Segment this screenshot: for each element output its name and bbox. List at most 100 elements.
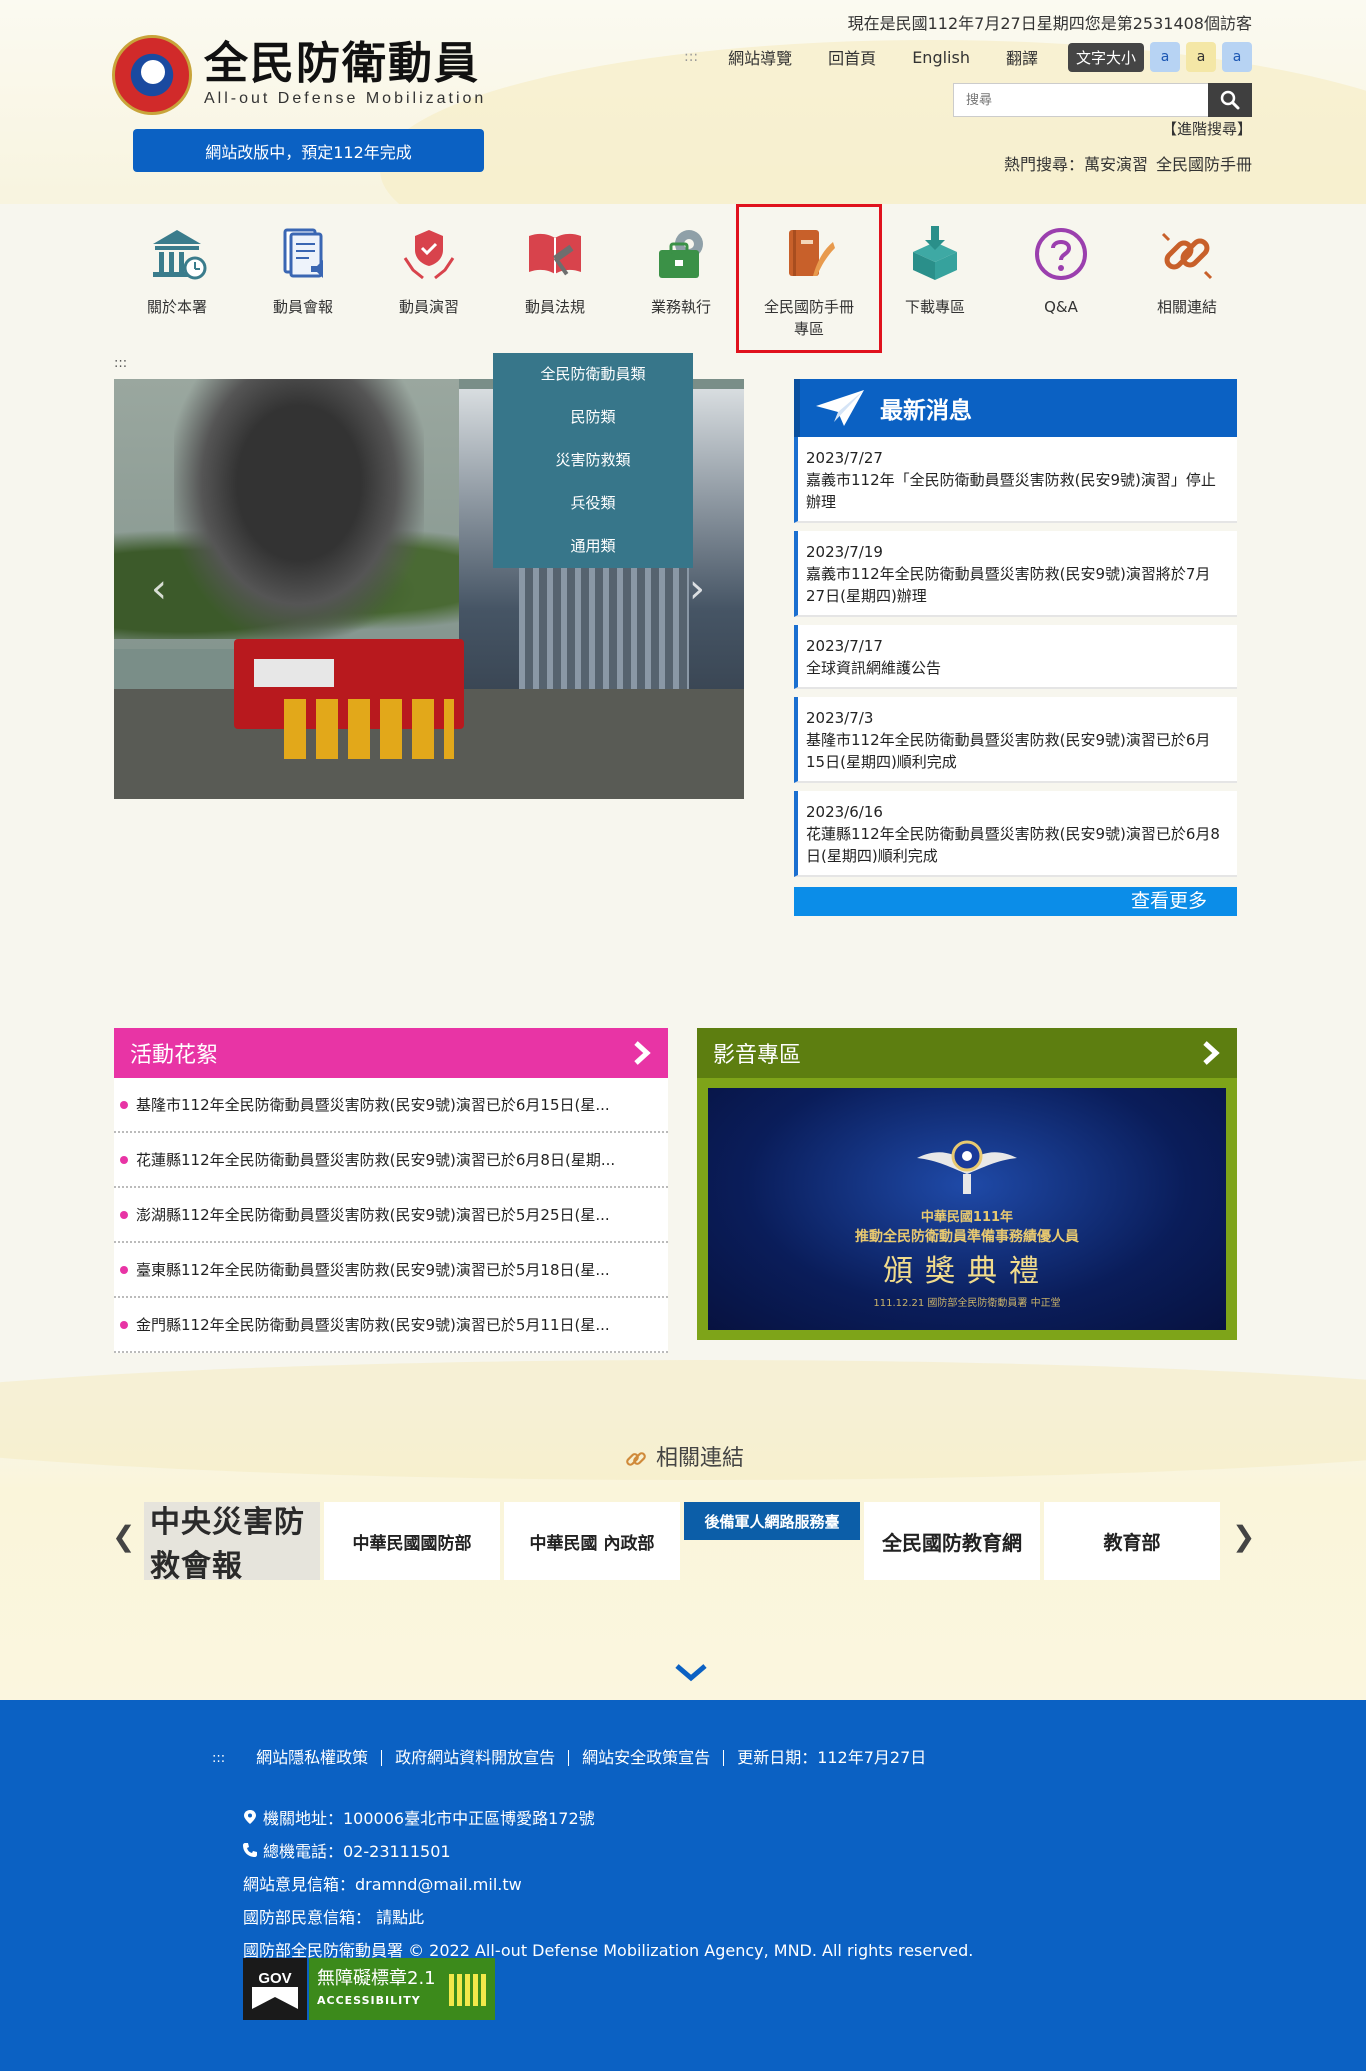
news-date: 2023/7/27 (806, 449, 883, 467)
nav-item-operations[interactable]: 業務執行 (618, 222, 744, 318)
briefcase-gear-icon (659, 230, 703, 278)
news-item[interactable]: 2023/7/3 基隆市112年全民防衛動員暨災害防救(民安9號)演習已於6月1… (794, 697, 1237, 783)
latest-news-header: 最新消息 (794, 379, 1237, 437)
chevron-right-icon[interactable] (632, 1040, 652, 1066)
related-links-heading: 相關連結 (0, 1440, 1366, 1473)
security-policy-link[interactable]: 網站安全政策宣告 (569, 1750, 725, 1766)
site-header: 全民防衛動員 All-out Defense Mobilization 網站改版… (0, 0, 1366, 204)
related-logo-carousel: 中央災害防救會報 中華民國國防部 中華民國 內政部 後備軍人網路服務臺 全民國防… (144, 1502, 1222, 1580)
nav-item-regulations[interactable]: 動員法規 (492, 222, 618, 318)
font-medium-button[interactable]: a (1186, 42, 1216, 72)
activities-header[interactable]: 活動花絮 (114, 1028, 668, 1078)
search-button[interactable] (1208, 83, 1252, 117)
related-logo-education-ministry[interactable]: 教育部 (1044, 1502, 1220, 1580)
related-logo-reservist[interactable]: 後備軍人網路服務臺 (684, 1502, 860, 1540)
gov-ribbon-icon (252, 1986, 298, 2009)
media-panel: 影音專區 中華民國111年 推動全民防衛動員準備事務績優人員 頒獎典禮 111.… (697, 1028, 1237, 1340)
home-link[interactable]: 回首頁 (828, 45, 876, 69)
related-logo-disaster-council[interactable]: 中央災害防救會報 (144, 1502, 320, 1580)
footer-email-link[interactable]: 網站意見信箱：dramnd@mail.mil.tw (243, 1875, 522, 1894)
dropdown-item[interactable]: 通用類 (493, 525, 693, 568)
site-logo[interactable]: 全民防衛動員 All-out Defense Mobilization (112, 35, 486, 115)
nav-item-handbook[interactable]: 全民國防手冊專區 (736, 204, 882, 353)
search-icon (1220, 90, 1240, 110)
sitemap-link[interactable]: 網站導覽 (728, 45, 792, 69)
video-title-line2: 推動全民防衛動員準備事務績優人員 (855, 1229, 1079, 1245)
nav-item-mobilization-council[interactable]: 動員會報 (240, 222, 366, 318)
related-logo-defense-education[interactable]: 全民國防教育網 (864, 1502, 1040, 1580)
content-anchor[interactable]: ::: (114, 356, 127, 371)
activity-item[interactable]: 基隆市112年全民防衛動員暨災害防救(民安9號)演習已於6月15日(星... (114, 1078, 668, 1133)
media-header[interactable]: 影音專區 (697, 1028, 1237, 1078)
footer-accesskey[interactable]: ::: (212, 1751, 225, 1766)
news-text: 嘉義市112年全民防衛動員暨災害防救(民安9號)演習將於7月27日(星期四)辦理 (806, 565, 1211, 605)
nav-item-qa[interactable]: Q&A (998, 222, 1124, 318)
nav-item-related-links[interactable]: 相關連結 (1124, 222, 1250, 318)
revamp-notice-button[interactable]: 網站改版中，預定112年完成 (133, 129, 484, 172)
chevron-down-icon[interactable] (673, 1660, 709, 1684)
activities-title: 活動花絮 (130, 1043, 219, 1068)
news-text: 嘉義市112年「全民防衛動員暨災害防救(民安9號)演習」停止辦理 (806, 471, 1216, 511)
carousel-next-button[interactable]: › (682, 569, 712, 609)
dropdown-item[interactable]: 災害防救類 (493, 439, 693, 482)
video-thumbnail[interactable]: 中華民國111年 推動全民防衛動員準備事務績優人員 頒獎典禮 111.12.21… (708, 1088, 1226, 1330)
news-more-button[interactable]: 查看更多 (794, 887, 1237, 916)
question-icon (1035, 228, 1087, 280)
hot-search-item[interactable]: 萬安演習 (1084, 155, 1148, 174)
phone-icon (243, 1843, 257, 1857)
law-book-icon (529, 233, 581, 276)
related-prev-button[interactable]: ❮ (112, 1520, 135, 1553)
related-logo-mnd[interactable]: 中華民國國防部 (324, 1502, 500, 1580)
font-small-button[interactable]: a (1150, 42, 1180, 72)
document-speaker-icon (283, 228, 323, 278)
related-next-button[interactable]: ❯ (1232, 1520, 1255, 1553)
dropdown-item[interactable]: 民防類 (493, 396, 693, 439)
news-text: 基隆市112年全民防衛動員暨災害防救(民安9號)演習已於6月15日(星期四)順利… (806, 731, 1211, 771)
mnd-mailbox-link[interactable]: 請點此 (376, 1908, 424, 1927)
dropdown-item[interactable]: 全民防衛動員類 (493, 353, 693, 396)
activity-item[interactable]: 澎湖縣112年全民防衛動員暨災害防救(民安9號)演習已於5月25日(星... (114, 1188, 668, 1243)
advanced-search-link[interactable]: 【進階搜尋】 (1162, 118, 1252, 139)
search-input[interactable] (953, 83, 1208, 117)
video-title-line1: 中華民國111年 (920, 1210, 1014, 1225)
translate-link[interactable]: 翻譯 (1006, 45, 1038, 69)
news-item[interactable]: 2023/6/16 花蓮縣112年全民防衛動員暨災害防救(民安9號)演習已於6月… (794, 791, 1237, 877)
accesskey-marker[interactable]: ::: (684, 49, 698, 65)
chain-link-icon (626, 1452, 646, 1466)
bullet-icon (120, 1155, 128, 1164)
dropdown-item[interactable]: 兵役類 (493, 482, 693, 525)
map-pin-icon (244, 1810, 256, 1824)
news-item[interactable]: 2023/7/19 嘉義市112年全民防衛動員暨災害防救(民安9號)演習將於7月… (794, 531, 1237, 617)
hot-search-item[interactable]: 全民國防手冊 (1156, 155, 1252, 174)
activities-panel: 活動花絮 基隆市112年全民防衛動員暨災害防救(民安9號)演習已於6月15日(星… (114, 1028, 668, 1353)
hot-search: 熱門搜尋：萬安演習 全民國防手冊 (998, 151, 1252, 175)
english-link[interactable]: English (912, 48, 970, 67)
news-date: 2023/7/3 (806, 709, 874, 727)
chain-link-icon (1161, 232, 1213, 280)
activity-item[interactable]: 臺東縣112年全民防衛動員暨災害防救(民安9號)演習已於5月18日(星... (114, 1243, 668, 1298)
font-large-button[interactable]: a (1222, 42, 1252, 72)
news-date: 2023/7/19 (806, 543, 883, 561)
footer-contact: 機關地址：100006臺北市中正區博愛路172號 總機電話：02-2311150… (243, 1802, 973, 1967)
accessibility-badge[interactable]: 無障礙標章2.1 ACCESSIBILITY (309, 1958, 495, 2020)
footer-links: ::: 網站隱私權政策 政府網站資料開放宣告 網站安全政策宣告 更新日期：112… (212, 1750, 939, 1766)
news-date: 2023/7/17 (806, 637, 883, 655)
footer-badges: GOV 無障礙標章2.1 ACCESSIBILITY (243, 1958, 495, 2020)
gov-badge[interactable]: GOV (243, 1958, 307, 2020)
privacy-policy-link[interactable]: 網站隱私權政策 (243, 1750, 383, 1766)
open-data-link[interactable]: 政府網站資料開放宣告 (382, 1750, 570, 1766)
news-item[interactable]: 2023/7/27 嘉義市112年「全民防衛動員暨災害防救(民安9號)演習」停止… (794, 437, 1237, 523)
news-date: 2023/6/16 (806, 803, 883, 821)
main-nav: 關於本署 動員會報 動員演習 動員法規 業務執行 全民國防手冊專區 下載專區 Q… (0, 204, 1366, 354)
nav-item-exercise[interactable]: 動員演習 (366, 222, 492, 318)
chevron-right-icon[interactable] (1201, 1040, 1221, 1066)
nav-item-download[interactable]: 下載專區 (872, 222, 998, 318)
news-item[interactable]: 2023/7/17 全球資訊網維護公告 (794, 625, 1237, 689)
nav-item-about[interactable]: 關於本署 (114, 222, 240, 318)
activity-item[interactable]: 花蓮縣112年全民防衛動員暨災害防救(民安9號)演習已於6月8日(星期... (114, 1133, 668, 1188)
video-caption: 111.12.21 國防部全民防衛動員署 中正堂 (873, 1298, 1061, 1309)
related-logo-interior[interactable]: 中華民國 內政部 (504, 1502, 680, 1580)
activity-item[interactable]: 金門縣112年全民防衛動員暨災害防救(民安9號)演習已於5月11日(星... (114, 1298, 668, 1353)
handbook-feather-icon (789, 230, 835, 276)
carousel-prev-button[interactable]: ‹ (144, 569, 174, 609)
